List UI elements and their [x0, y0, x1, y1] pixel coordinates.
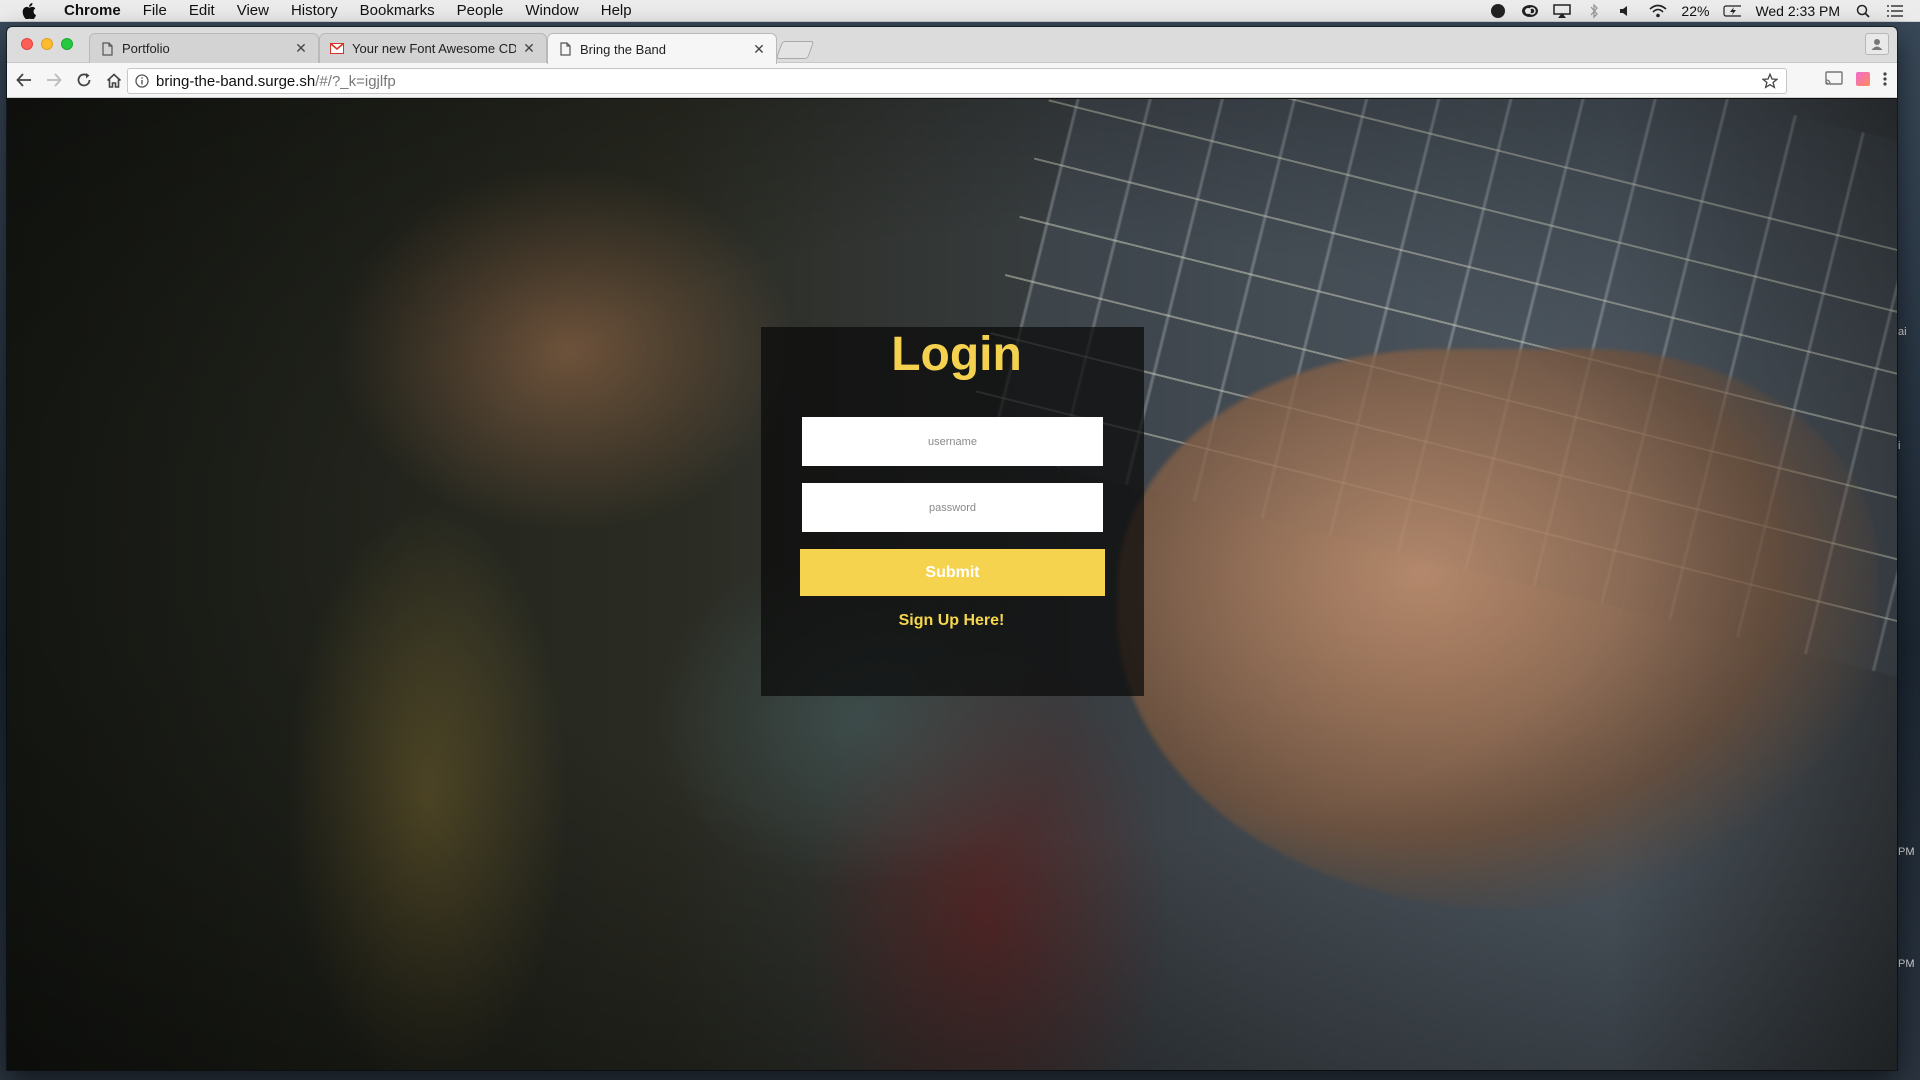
- submit-button[interactable]: Submit: [800, 549, 1105, 596]
- page-icon: [558, 42, 572, 56]
- tab-font-awesome-email[interactable]: Your new Font Awesome CDN ✕: [319, 33, 547, 63]
- tab-title: Portfolio: [122, 41, 170, 56]
- menubar-status-area: 22% Wed 2:33 PM: [1489, 3, 1920, 19]
- url-host: bring-the-band.surge.sh: [156, 72, 316, 90]
- chrome-window: Portfolio ✕ Your new Font Awesome CDN ✕ …: [7, 27, 1897, 1070]
- window-minimize-button[interactable]: [41, 38, 53, 50]
- menubar-app-name[interactable]: Chrome: [52, 2, 132, 19]
- menubar-view[interactable]: View: [226, 2, 280, 19]
- menubar-help[interactable]: Help: [590, 2, 643, 19]
- reload-icon[interactable]: [71, 67, 97, 93]
- tab-title: Your new Font Awesome CDN: [352, 41, 516, 56]
- menubar-bookmarks[interactable]: Bookmarks: [349, 2, 446, 19]
- airplay-icon[interactable]: [1553, 3, 1572, 19]
- window-close-button[interactable]: [21, 38, 33, 50]
- wifi-icon[interactable]: [1649, 3, 1667, 19]
- chrome-menu-icon[interactable]: [1883, 71, 1887, 92]
- tab-strip: Portfolio ✕ Your new Font Awesome CDN ✕ …: [7, 27, 1897, 64]
- notification-center-icon[interactable]: [1886, 3, 1904, 19]
- site-info-icon[interactable]: [132, 71, 152, 91]
- battery-charging-icon[interactable]: [1723, 3, 1742, 19]
- window-zoom-button[interactable]: [61, 38, 73, 50]
- tab-portfolio[interactable]: Portfolio ✕: [89, 33, 319, 63]
- home-icon[interactable]: [101, 67, 127, 93]
- back-arrow-icon[interactable]: [11, 67, 37, 93]
- new-tab-button[interactable]: [775, 41, 815, 59]
- menubar-window[interactable]: Window: [514, 2, 589, 19]
- login-panel: Login Submit Sign Up Here!: [761, 327, 1144, 696]
- window-controls: [21, 38, 73, 50]
- page-icon: [100, 41, 114, 56]
- desktop-edge-label: PM: [1898, 846, 1915, 858]
- menubar-people[interactable]: People: [446, 2, 515, 19]
- menubar-clock[interactable]: Wed 2:33 PM: [1755, 3, 1840, 19]
- macos-menubar: Chrome File Edit View History Bookmarks …: [0, 0, 1920, 22]
- tab-close-icon[interactable]: ✕: [522, 40, 536, 57]
- desktop-edge-label: i: [1898, 440, 1901, 452]
- creative-cloud-icon[interactable]: [1521, 3, 1539, 19]
- bluetooth-icon[interactable]: [1585, 2, 1603, 19]
- password-input[interactable]: [802, 483, 1103, 532]
- apple-menu-icon[interactable]: [20, 2, 38, 19]
- signup-link[interactable]: Sign Up Here!: [899, 612, 1005, 630]
- tab-title: Bring the Band: [580, 41, 667, 57]
- extension-icon[interactable]: [1855, 71, 1871, 92]
- gmail-icon: [330, 42, 344, 56]
- forward-arrow-icon[interactable]: [41, 67, 67, 93]
- menubar-history[interactable]: History: [280, 2, 349, 19]
- menubar-file[interactable]: File: [132, 2, 178, 19]
- tab-close-icon[interactable]: ✕: [294, 40, 308, 57]
- profile-icon[interactable]: [1865, 33, 1889, 55]
- username-input[interactable]: [802, 417, 1103, 466]
- tab-bring-the-band[interactable]: Bring the Band ✕: [547, 33, 777, 64]
- toolbar-extensions: [1825, 71, 1887, 92]
- status-app-icon[interactable]: [1489, 3, 1507, 19]
- login-title: Login: [891, 328, 1022, 381]
- url-path: /#/?_k=igjlfp: [315, 72, 396, 90]
- battery-percent: 22%: [1681, 2, 1710, 19]
- menubar-edit[interactable]: Edit: [178, 2, 226, 19]
- cast-icon[interactable]: [1825, 71, 1843, 92]
- tab-close-icon[interactable]: ✕: [752, 41, 766, 58]
- volume-icon[interactable]: [1617, 3, 1635, 19]
- bookmark-star-icon[interactable]: [1760, 71, 1780, 91]
- desktop-edge-label: PM: [1898, 958, 1915, 970]
- desktop-edge-label: ai: [1898, 326, 1907, 338]
- address-bar[interactable]: bring-the-band.surge.sh /#/?_k=igjlfp: [127, 68, 1787, 94]
- page-viewport: Login Submit Sign Up Here!: [7, 99, 1897, 1070]
- browser-toolbar: bring-the-band.surge.sh /#/?_k=igjlfp: [7, 63, 1897, 98]
- spotlight-search-icon[interactable]: [1854, 3, 1872, 19]
